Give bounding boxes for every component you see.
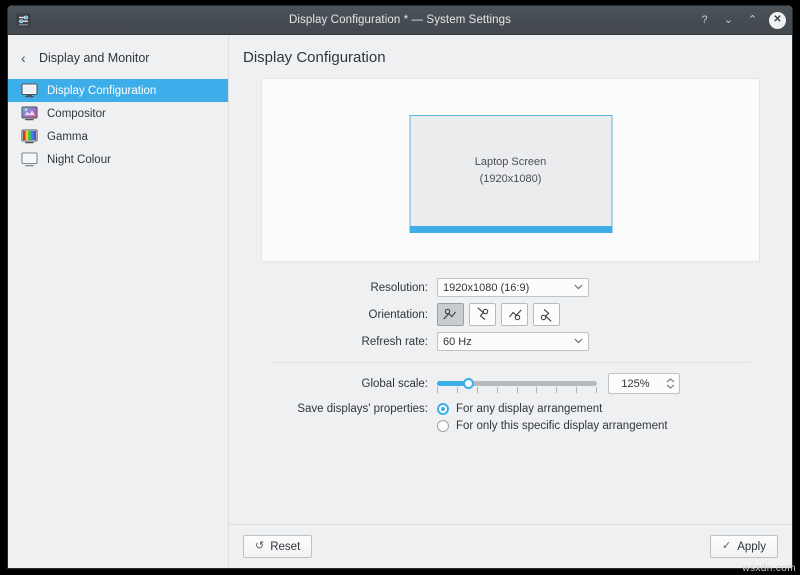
- monitor-preview-laptop-screen[interactable]: Laptop Screen (1920x1080): [409, 115, 612, 227]
- monitor-primary-bar: [409, 226, 612, 233]
- minimize-button[interactable]: ⌄: [721, 13, 736, 28]
- resolution-row: Resolution: 1920x1080 (16:9): [261, 278, 760, 297]
- apply-button[interactable]: ✓ Apply: [710, 535, 778, 558]
- orientation-landscape-button[interactable]: [437, 303, 464, 326]
- orientation-button-group: [437, 303, 560, 326]
- monitor-resolution: (1920x1080): [480, 171, 542, 188]
- apply-button-label: Apply: [737, 541, 766, 553]
- orientation-row: Orientation:: [261, 303, 760, 326]
- page-title: Display Configuration: [229, 35, 792, 66]
- radio-button-checked[interactable]: [437, 403, 449, 415]
- compositor-icon: [21, 106, 38, 121]
- orientation-landscape-flipped-button[interactable]: [501, 303, 528, 326]
- resolution-value: 1920x1080 (16:9): [443, 282, 529, 294]
- settings-sliders-icon: [15, 12, 32, 29]
- maximize-button[interactable]: ⌃: [745, 13, 760, 28]
- check-icon: ✓: [722, 541, 731, 552]
- system-settings-window: Display Configuration * — System Setting…: [8, 6, 792, 568]
- radio-label: For only this specific display arrangeme…: [456, 420, 668, 432]
- display-arrangement-canvas[interactable]: Laptop Screen (1920x1080): [261, 78, 760, 262]
- window-titlebar[interactable]: Display Configuration * — System Setting…: [8, 6, 792, 35]
- refresh-rate-label: Refresh rate:: [261, 336, 437, 348]
- chevron-left-icon: ‹: [21, 51, 30, 65]
- sidebar-item-night-colour[interactable]: Night Colour: [8, 148, 228, 171]
- sidebar-item-label: Night Colour: [47, 154, 111, 166]
- sidebar-back-header[interactable]: ‹ Display and Monitor: [8, 42, 228, 73]
- refresh-rate-value: 60 Hz: [443, 336, 472, 348]
- sidebar-list: Display Configuration: [8, 79, 228, 171]
- radio-button-unchecked[interactable]: [437, 420, 449, 432]
- window-controls: ? ⌄ ⌃ ✕: [697, 6, 786, 34]
- spin-up-icon: [666, 378, 675, 383]
- reset-button-label: Reset: [270, 541, 300, 553]
- orientation-portrait-right-button[interactable]: [469, 303, 496, 326]
- refresh-rate-select[interactable]: 60 Hz: [437, 332, 589, 351]
- save-properties-row: Save displays' properties: For any displ…: [261, 403, 760, 432]
- spin-down-icon: [666, 384, 675, 389]
- close-button[interactable]: ✕: [769, 12, 786, 29]
- sidebar-item-gamma[interactable]: Gamma: [8, 125, 228, 148]
- resolution-select[interactable]: 1920x1080 (16:9): [437, 278, 589, 297]
- chevron-down-icon: [574, 337, 583, 346]
- content-inner: Laptop Screen (1920x1080) Resolution: 19…: [229, 66, 792, 524]
- global-scale-label: Global scale:: [261, 378, 437, 390]
- display-settings-form: Resolution: 1920x1080 (16:9) Orientation…: [261, 278, 760, 432]
- resolution-label: Resolution:: [261, 282, 437, 294]
- sidebar-item-compositor[interactable]: Compositor: [8, 102, 228, 125]
- slider-handle[interactable]: [463, 378, 474, 389]
- sidebar-item-label: Gamma: [47, 131, 88, 143]
- section-divider: [271, 362, 750, 363]
- chevron-down-icon: [574, 283, 583, 292]
- sidebar-back-label: Display and Monitor: [39, 51, 149, 65]
- orientation-portrait-left-button[interactable]: [533, 303, 560, 326]
- radio-any-arrangement[interactable]: For any display arrangement: [437, 403, 668, 415]
- spinbox-arrows[interactable]: [662, 378, 679, 389]
- sidebar-item-label: Compositor: [47, 108, 106, 120]
- help-button[interactable]: ?: [697, 13, 712, 28]
- radio-specific-arrangement[interactable]: For only this specific display arrangeme…: [437, 420, 668, 432]
- screenshot-root: Display Configuration * — System Setting…: [0, 0, 800, 575]
- monitor-icon: [21, 83, 38, 98]
- footer-bar: ↺ Reset ✓ Apply: [229, 524, 792, 568]
- window-title: Display Configuration * — System Setting…: [8, 14, 792, 26]
- window-body: ‹ Display and Monitor D: [8, 35, 792, 568]
- global-scale-value: 125%: [609, 378, 662, 390]
- watermark: wsxdn.com: [742, 563, 796, 574]
- slider-ticks: [437, 387, 597, 393]
- reset-button[interactable]: ↺ Reset: [243, 535, 312, 558]
- sidebar-item-display-configuration[interactable]: Display Configuration: [8, 79, 228, 102]
- night-colour-icon: [21, 152, 38, 167]
- gamma-icon: [21, 129, 38, 144]
- global-scale-row: Global scale: 125%: [261, 373, 760, 394]
- save-properties-radio-group: For any display arrangement For only thi…: [437, 403, 668, 432]
- sidebar: ‹ Display and Monitor D: [8, 35, 229, 568]
- radio-label: For any display arrangement: [456, 403, 602, 415]
- refresh-rate-row: Refresh rate: 60 Hz: [261, 332, 760, 351]
- sidebar-item-label: Display Configuration: [47, 85, 156, 97]
- global-scale-slider[interactable]: [437, 374, 597, 393]
- orientation-label: Orientation:: [261, 309, 437, 321]
- content-area: Display Configuration Laptop Screen (192…: [229, 35, 792, 568]
- global-scale-spinbox[interactable]: 125%: [608, 373, 680, 394]
- monitor-name: Laptop Screen: [475, 154, 547, 171]
- undo-icon: ↺: [255, 541, 264, 552]
- save-properties-label: Save displays' properties:: [261, 403, 437, 415]
